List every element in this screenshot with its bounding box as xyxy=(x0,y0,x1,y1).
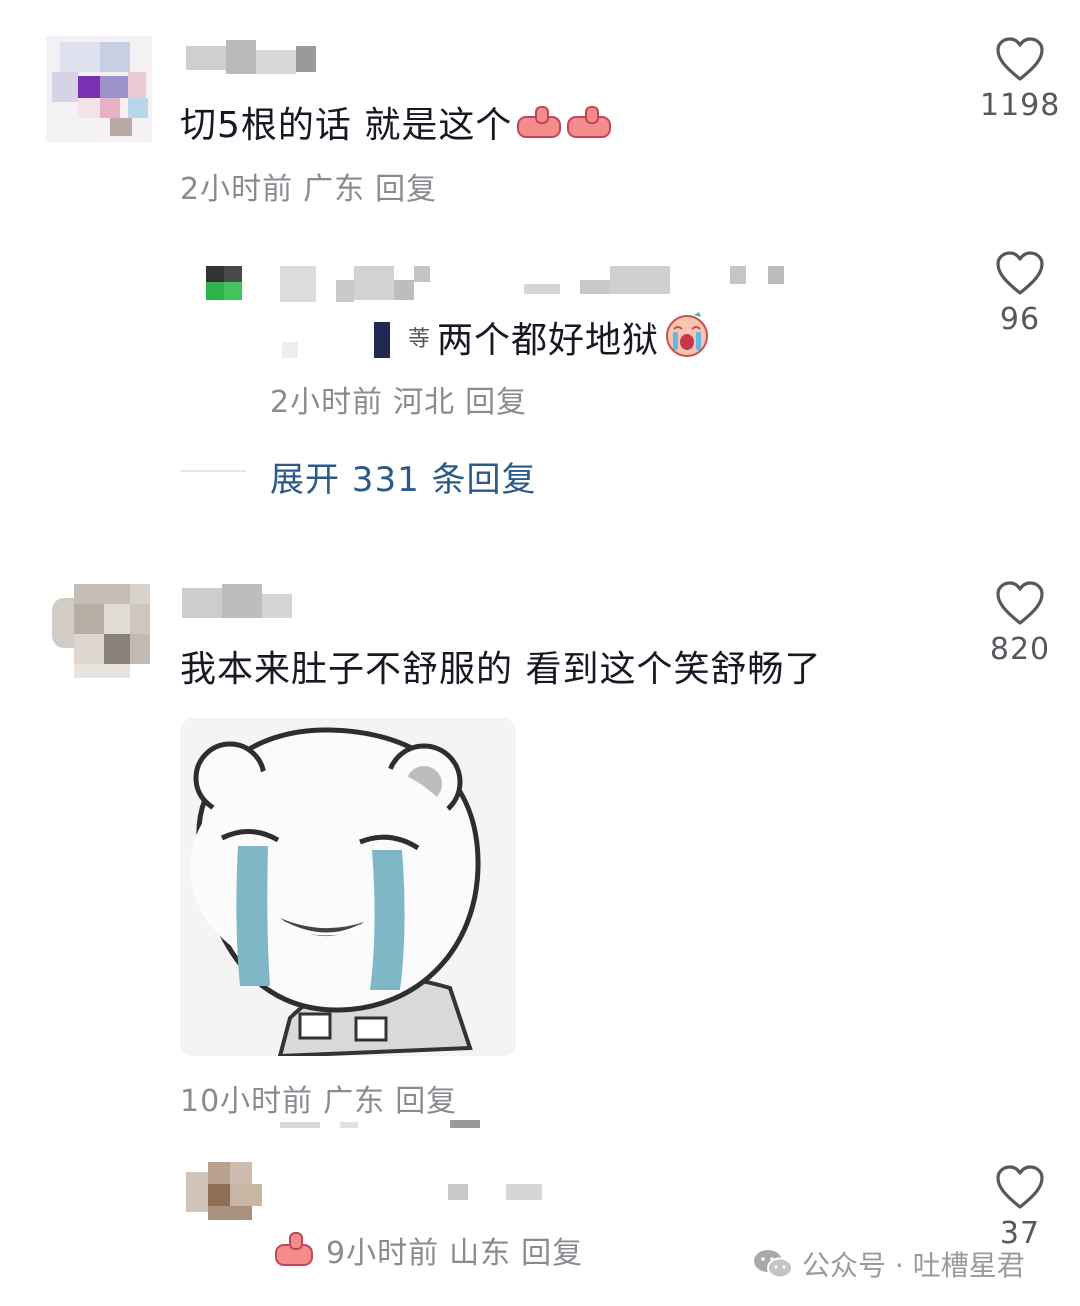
username-blurred[interactable] xyxy=(186,40,336,76)
expand-divider xyxy=(180,470,246,472)
avatar[interactable] xyxy=(46,584,150,678)
comment-location: 广东 xyxy=(323,1084,386,1119)
username-blurred-fragment xyxy=(450,1120,480,1128)
reply-button[interactable]: 回复 xyxy=(395,1084,457,1119)
expand-replies-button[interactable]: 展开 331 条回复 xyxy=(270,452,537,501)
reply-button[interactable]: 回复 xyxy=(521,1236,583,1271)
comment-time: 9小时前 xyxy=(326,1236,440,1271)
reply-text: 䓁两个都好地狱 xyxy=(408,310,713,367)
like-button[interactable]: 37 xyxy=(980,1164,1060,1251)
username-blurred[interactable] xyxy=(448,1184,468,1200)
comment-time: 2小时前 xyxy=(180,172,294,207)
like-button[interactable]: 1198 xyxy=(980,36,1060,123)
comment-meta: 10小时前 广东 回复 xyxy=(180,1076,467,1120)
comment-meta: 2小时前 河北 回复 xyxy=(270,377,537,421)
crying-face-icon xyxy=(661,310,713,367)
heart-icon xyxy=(996,581,1044,625)
like-count: 96 xyxy=(999,302,1041,337)
like-button[interactable]: 96 xyxy=(980,250,1060,337)
reply-button[interactable]: 回复 xyxy=(375,172,437,207)
username-blurred-fragment xyxy=(340,1122,358,1128)
comment-location: 山东 xyxy=(449,1236,512,1271)
username-blurred[interactable] xyxy=(182,584,312,620)
username-blurred-fragment xyxy=(280,1122,320,1128)
avatar[interactable] xyxy=(186,1162,262,1222)
avatar[interactable] xyxy=(186,260,248,312)
like-button[interactable]: 820 xyxy=(980,580,1060,667)
comment-meta: 2小时前 广东 回复 xyxy=(180,164,447,208)
watermark: 公众号 · 吐槽星君 xyxy=(752,1244,1025,1288)
avatar[interactable] xyxy=(46,36,152,142)
comment-time: 10小时前 xyxy=(180,1084,314,1119)
username-blurred-fragment xyxy=(374,322,390,358)
comment-location: 广东 xyxy=(303,172,366,207)
username-blurred-fragment xyxy=(282,342,298,358)
like-count: 1198 xyxy=(980,88,1061,123)
username-blurred-fragment xyxy=(506,1184,542,1200)
heart-icon xyxy=(996,1165,1044,1209)
heart-icon xyxy=(996,251,1044,295)
comment-time: 2小时前 xyxy=(270,385,384,420)
comment-text: 我本来肚子不舒服的 看到这个笑舒畅了 xyxy=(180,649,822,690)
crying-bear-sticker[interactable] xyxy=(180,718,516,1056)
comment-location: 河北 xyxy=(393,385,456,420)
comment-meta: 9小时前 山东 回复 xyxy=(272,1228,593,1277)
watermark-text: 公众号 · 吐槽星君 xyxy=(802,1249,1025,1282)
thumbs-up-icon xyxy=(272,1231,318,1277)
like-count: 820 xyxy=(989,632,1051,667)
heart-icon xyxy=(996,37,1044,81)
thumbs-up-icon xyxy=(516,105,616,150)
comment-text: 切5根的话 就是这个 xyxy=(180,96,616,150)
username-blurred[interactable] xyxy=(280,262,800,302)
reply-button[interactable]: 回复 xyxy=(465,385,527,420)
wechat-icon xyxy=(752,1247,794,1288)
